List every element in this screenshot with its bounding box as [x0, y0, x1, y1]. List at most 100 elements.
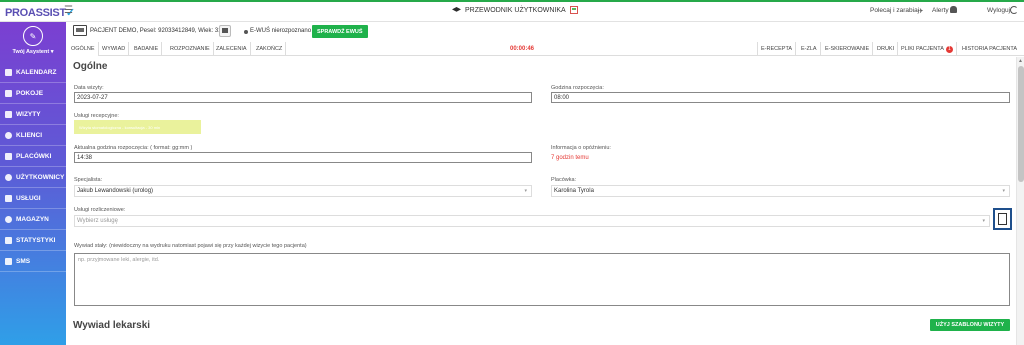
- medical-interview-title: Wywiad lekarski: [73, 320, 151, 331]
- bar-chart-icon: [5, 236, 12, 244]
- accent-line: [0, 0, 1024, 2]
- interview-textarea[interactable]: np. przyjmowane leki, alergie, itd.: [74, 253, 1010, 306]
- user-icon: [5, 173, 12, 181]
- tab-e-referral[interactable]: E-SKIEROWANIE: [822, 42, 874, 56]
- alerts-link[interactable]: Alerty: [932, 7, 949, 14]
- user-guide-link[interactable]: PRZEWODNIK UŻYTKOWNIKA: [452, 6, 578, 14]
- facility-select[interactable]: Karolina Tyrola ▾: [551, 185, 1010, 197]
- chevron-down-icon: ▾: [524, 188, 527, 194]
- user-guide-label: PRZEWODNIK UŻYTKOWNIKA: [465, 6, 566, 14]
- tab-finish[interactable]: ZAKOŃCZ: [253, 42, 287, 56]
- sidebar-item-users[interactable]: UŻYTKOWNICY: [0, 167, 66, 188]
- current-start-input[interactable]: 14:38: [74, 152, 532, 163]
- start-time-input[interactable]: 08:00: [551, 92, 1010, 103]
- sidebar-item-rooms[interactable]: POKOJE: [0, 83, 66, 104]
- current-start-label: Aktualna godzina rozpoczęcia: ( format: …: [74, 145, 193, 151]
- sidebar-item-label: STATYSTYKI: [16, 236, 56, 244]
- tab-diagnosis[interactable]: ROZPOZNANIE: [167, 42, 214, 56]
- patient-files-label: PLIKI PACJENTA: [901, 46, 944, 52]
- specialist-value: Jakub Lewandowski (urolog): [77, 188, 154, 194]
- visit-date-input[interactable]: 2023-07-27: [74, 92, 532, 103]
- tab-patient-files[interactable]: PLIKI PACJENTA 1: [898, 42, 957, 56]
- calendar-icon: [569, 6, 578, 14]
- chevron-down-icon: ▾: [982, 218, 985, 224]
- sidebar-item-label: UŻYTKOWNICY: [16, 173, 65, 181]
- sidebar-item-label: SMS: [16, 257, 31, 265]
- visit-date-label: Data wizyty:: [74, 85, 104, 91]
- billing-label: Usługi rozliczeniowe:: [74, 207, 126, 213]
- scrollbar-thumb[interactable]: [1018, 66, 1024, 182]
- ewus-status-icon: [244, 30, 248, 34]
- external-link-button[interactable]: [993, 208, 1012, 230]
- profile-name[interactable]: Twój Asystent ▾: [13, 49, 54, 55]
- section-title: Ogólne: [73, 61, 108, 72]
- logo-text: PROASSIST: [5, 7, 66, 19]
- tab-e-zla[interactable]: E-ZLA: [798, 42, 821, 56]
- visit-tabs: OGÓLNE WYWIAD BADANIE ROZPOZNANIE ZALECE…: [68, 42, 1024, 56]
- visit-form: Ogólne Data wizyty: 2023-07-27 Godzina r…: [68, 57, 1016, 345]
- facility-label: Placówka:: [551, 177, 577, 183]
- sidebar-item-sms[interactable]: SMS: [0, 251, 66, 272]
- tab-patient-history[interactable]: HISTORIA PACJENTA: [959, 42, 1020, 56]
- sidebar-item-statistics[interactable]: STATYSTYKI: [0, 230, 66, 251]
- list-icon: [5, 194, 12, 202]
- delay-label: Informacja o opóźnieniu:: [551, 145, 611, 151]
- sidebar-item-label: KALENDARZ: [16, 68, 57, 76]
- sidebar-item-label: KLIENCI: [16, 131, 42, 139]
- sidebar-item-label: MAGAZYN: [16, 215, 49, 223]
- reception-services-label: Usługi recepcyjne:: [74, 113, 119, 119]
- tab-examination[interactable]: BADANIE: [131, 42, 163, 56]
- logout-icon[interactable]: [1010, 6, 1018, 14]
- top-bar: PROASSIST✓ ☰ PRZEWODNIK UŻYTKOWNIKA Pole…: [0, 0, 1024, 22]
- sidebar-item-clients[interactable]: KLIENCI: [0, 125, 66, 146]
- graduation-cap-icon: [452, 7, 461, 12]
- reception-service-chip: Wizyta stomatologiczna - konsultacja - 3…: [74, 120, 201, 134]
- sidebar-item-calendar[interactable]: KALENDARZ: [0, 62, 66, 83]
- menu-toggle-icon[interactable]: ☰: [64, 5, 73, 16]
- external-link-icon: [998, 213, 1007, 225]
- monitor-icon: [73, 25, 87, 36]
- refer-link[interactable]: Polecaj i zarabiaj: [870, 7, 919, 14]
- patient-bar: PACJENT DEMO, Pesel: 92033412849, Wiek: …: [68, 22, 1024, 42]
- specialist-select[interactable]: Jakub Lewandowski (urolog) ▾: [74, 185, 532, 197]
- visit-timer: 00:00:46: [510, 46, 535, 52]
- sidebar-item-label: POKOJE: [16, 89, 44, 97]
- sidebar-item-visits[interactable]: WIZYTY: [0, 104, 66, 125]
- building-icon: [5, 152, 12, 160]
- door-icon: [5, 89, 12, 97]
- patient-card-button[interactable]: [219, 25, 231, 37]
- bell-icon[interactable]: [950, 6, 957, 13]
- tab-interview[interactable]: WYWIAD: [99, 42, 130, 56]
- calendar-icon: [5, 68, 12, 76]
- tab-recommendations[interactable]: ZALECENIA: [213, 42, 251, 56]
- sidebar-item-facilities[interactable]: PLACÓWKI: [0, 146, 66, 167]
- billing-placeholder: Wybierz usługę: [77, 218, 118, 224]
- sidebar-item-label: USŁUGI: [16, 194, 41, 202]
- message-icon: [5, 257, 12, 265]
- interview-label: Wywiad stały: (niewidoczny na wydruku na…: [74, 243, 307, 249]
- page-scrollbar[interactable]: ▲: [1016, 57, 1024, 345]
- sidebar: ✎ Twój Asystent ▾ KALENDARZ POKOJE WIZYT…: [0, 22, 66, 345]
- tab-prints[interactable]: DRUKI: [874, 42, 899, 56]
- specialist-label: Specjalista:: [74, 177, 103, 183]
- megaphone-icon[interactable]: ✈: [918, 7, 923, 15]
- sidebar-item-services[interactable]: USŁUGI: [0, 188, 66, 209]
- use-template-button[interactable]: UŻYJ SZABLONU WIZYTY: [930, 319, 1010, 331]
- start-time-label: Godzina rozpoczęcia:: [551, 85, 604, 91]
- profile-block[interactable]: ✎ Twój Asystent ▾: [0, 22, 66, 62]
- scroll-up-icon[interactable]: ▲: [1018, 58, 1023, 64]
- delay-value: 7 godzin temu: [551, 155, 589, 161]
- chevron-down-icon: ▾: [1002, 188, 1005, 194]
- tab-general[interactable]: OGÓLNE: [68, 42, 99, 56]
- box-icon: [5, 215, 12, 223]
- sidebar-item-label: WIZYTY: [16, 110, 41, 118]
- patient-info: PACJENT DEMO, Pesel: 92033412849, Wiek: …: [90, 28, 222, 34]
- sidebar-item-warehouse[interactable]: MAGAZYN: [0, 209, 66, 230]
- tab-e-prescription[interactable]: E-RECEPTA: [757, 42, 797, 56]
- facility-value: Karolina Tyrola: [554, 188, 594, 194]
- avatar: ✎: [23, 26, 43, 46]
- sidebar-item-label: PLACÓWKI: [16, 152, 52, 160]
- check-ewus-button[interactable]: SPRAWDŹ EWUŚ: [312, 25, 368, 38]
- billing-select[interactable]: Wybierz usługę ▾: [74, 215, 990, 227]
- logout-link[interactable]: Wyloguj: [987, 7, 1010, 14]
